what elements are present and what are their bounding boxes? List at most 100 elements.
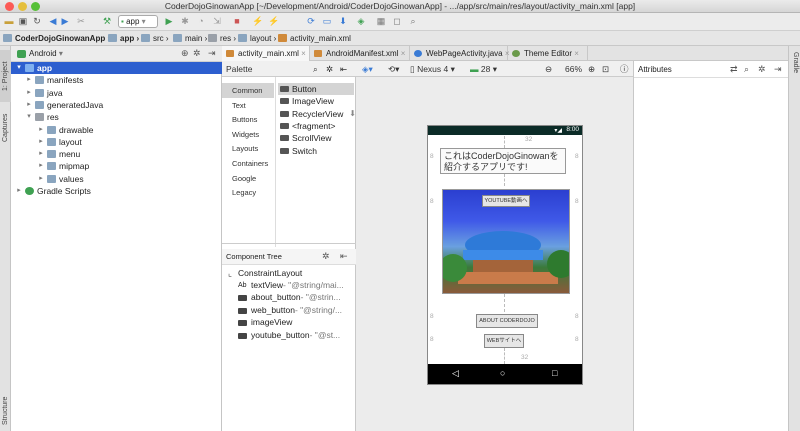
splitter[interactable]	[222, 243, 356, 247]
design-canvas[interactable]: ▾◢ 8:00 32 これはCoderDojoGinowanを紹介するアプリです…	[357, 77, 633, 431]
warnings-icon[interactable]: ⓘ	[620, 63, 629, 75]
tree-item[interactable]: ▸ values	[11, 173, 222, 185]
tab-android-manifest[interactable]: AndroidManifest.xml ×	[310, 46, 410, 61]
about-button-preview[interactable]: ABOUT CODERDOJO	[476, 314, 538, 328]
sync-gradle-icon[interactable]: ⟳	[306, 15, 316, 28]
forward-arrow-icon[interactable]: ▶	[60, 15, 70, 28]
palette-category[interactable]: Widgets	[222, 127, 274, 142]
tree-item[interactable]: ▸ generatedJava	[11, 99, 222, 111]
breadcrumb-res[interactable]: res ›	[208, 33, 236, 44]
palette-item[interactable]: RecyclerView ⬇	[278, 108, 356, 120]
breadcrumb-main[interactable]: main ›	[173, 33, 207, 44]
tree-item[interactable]: ▾ res	[11, 111, 222, 123]
hide-panel-icon[interactable]: ⇥	[774, 64, 782, 75]
gear-icon[interactable]: ✲	[322, 251, 330, 262]
palette-item[interactable]: Button	[278, 83, 354, 95]
debug-icon[interactable]: ✱	[180, 15, 190, 28]
chevron-right-icon[interactable]: ▸	[37, 173, 45, 185]
search-icon[interactable]: ⌕	[313, 63, 318, 75]
palette-category[interactable]: Layouts	[222, 141, 274, 156]
profile-icon[interactable]: ◔	[196, 15, 206, 28]
palette-category[interactable]: Common	[222, 83, 274, 98]
zoom-in-icon[interactable]: ⊕	[588, 63, 595, 75]
breadcrumb-project[interactable]: CoderDojoGinowanApp ›	[3, 33, 110, 44]
chevron-down-icon[interactable]: ▾	[25, 111, 33, 123]
android-profiler-icon[interactable]: ◈	[356, 15, 366, 28]
image-view-preview[interactable]: YOUTUBE動画へ	[442, 189, 570, 294]
chevron-right-icon[interactable]: ▸	[25, 87, 33, 99]
chevron-right-icon[interactable]: ▸	[25, 99, 33, 111]
chevron-right-icon[interactable]: ▸	[15, 185, 23, 197]
sdk-manager-icon[interactable]: ⬇	[338, 15, 348, 28]
ct-item[interactable]: web_button- "@string/...	[238, 304, 342, 317]
structure-tool-tab[interactable]: Structure	[0, 391, 11, 431]
run-config-select[interactable]: ▪ app ▾	[118, 15, 158, 28]
chevron-right-icon[interactable]: ▸	[37, 148, 45, 160]
tab-theme-editor[interactable]: Theme Editor ×	[508, 46, 588, 61]
chevron-right-icon[interactable]: ▸	[25, 74, 33, 86]
text-view-preview[interactable]: これはCoderDojoGinowanを紹介するアプリです!	[440, 148, 566, 174]
api-level-select[interactable]: ▬ 28 ▾	[470, 63, 497, 75]
run-icon[interactable]: ▶	[164, 15, 174, 28]
sync-scroll-icon[interactable]: ⊕	[181, 48, 189, 59]
design-surface-icon[interactable]: ◈▾	[362, 63, 373, 75]
palette-category[interactable]: Google	[222, 171, 274, 186]
captures-tool-tab[interactable]: Captures	[0, 108, 11, 148]
tab-web-page-activity[interactable]: WebPageActivity.java ×	[410, 46, 510, 61]
download-icon[interactable]: ⬇	[349, 108, 356, 120]
web-button-preview[interactable]: WEBサイトへ	[484, 334, 524, 348]
layout-inspector-icon[interactable]: ◻	[392, 15, 402, 28]
cut-icon[interactable]: ✂	[76, 15, 86, 28]
hide-panel-icon[interactable]: ⇤	[340, 63, 347, 75]
chevron-right-icon[interactable]: ▸	[37, 136, 45, 148]
attach-debugger-icon[interactable]: ⇲	[212, 15, 222, 28]
palette-item[interactable]: <fragment>	[278, 120, 354, 132]
palette-item[interactable]: Switch	[278, 145, 354, 157]
back-arrow-icon[interactable]: ◀	[48, 15, 58, 28]
search-everywhere-icon[interactable]: ⌕	[408, 15, 418, 28]
youtube-button-preview[interactable]: YOUTUBE動画へ	[482, 195, 530, 207]
chevron-right-icon[interactable]: ▸	[37, 160, 45, 172]
tree-item[interactable]: ▸ drawable	[11, 124, 222, 136]
tree-item[interactable]: ▸ manifests	[11, 74, 222, 86]
palette-category[interactable]: Text	[222, 98, 274, 113]
save-all-icon[interactable]: ▣	[18, 15, 28, 28]
palette-category[interactable]: Containers	[222, 156, 274, 171]
ct-item[interactable]: about_button- "@strin...	[238, 291, 341, 304]
tree-item[interactable]: ▸ menu	[11, 148, 222, 160]
chevron-right-icon[interactable]: ▸	[37, 124, 45, 136]
stop-icon[interactable]: ■	[232, 15, 242, 28]
project-tool-tab[interactable]: 1: Project	[0, 50, 11, 102]
palette-item[interactable]: ScrollView	[278, 132, 354, 144]
palette-category[interactable]: Buttons	[222, 112, 274, 127]
make-project-icon[interactable]: ⚒	[102, 15, 112, 28]
palette-category[interactable]: Legacy	[222, 185, 274, 200]
apply-code-changes-icon[interactable]: ⚡	[268, 15, 279, 28]
tree-item[interactable]: ▸ Gradle Scripts	[11, 185, 222, 197]
palette-item[interactable]: ImageView	[278, 95, 354, 107]
breadcrumb-app[interactable]: app ›	[108, 33, 139, 44]
open-folder-icon[interactable]: ▬	[4, 15, 14, 28]
ct-item[interactable]: imageView	[238, 316, 292, 329]
gradle-tool-tab[interactable]: Gradle	[790, 52, 800, 73]
zoom-out-icon[interactable]: ⊖	[545, 63, 552, 75]
close-icon[interactable]: ×	[401, 49, 406, 58]
avd-manager-icon[interactable]: ▭	[322, 15, 332, 28]
tree-item[interactable]: ▾ app	[11, 62, 222, 74]
ct-item[interactable]: Ab textView- "@string/mai...	[238, 279, 344, 292]
tree-item[interactable]: ▸ java	[11, 87, 222, 99]
search-icon[interactable]: ⌕	[744, 64, 749, 75]
orientation-icon[interactable]: ⟲▾	[388, 63, 399, 75]
gear-icon[interactable]: ✲	[326, 63, 333, 75]
device-file-explorer-icon[interactable]: ▦	[376, 15, 386, 28]
close-icon[interactable]: ×	[301, 49, 306, 58]
sync-icon[interactable]: ↻	[32, 15, 42, 28]
close-icon[interactable]: ×	[574, 49, 579, 58]
tree-item[interactable]: ▸ layout	[11, 136, 222, 148]
gear-icon[interactable]: ✲	[758, 64, 766, 75]
zoom-fit-icon[interactable]: ⊡	[602, 63, 609, 75]
project-view-select[interactable]: Android ▾	[17, 49, 63, 59]
breadcrumb-src[interactable]: src ›	[141, 33, 169, 44]
tab-activity-main[interactable]: activity_main.xml ×	[222, 46, 310, 61]
gear-icon[interactable]: ✲	[193, 48, 201, 59]
